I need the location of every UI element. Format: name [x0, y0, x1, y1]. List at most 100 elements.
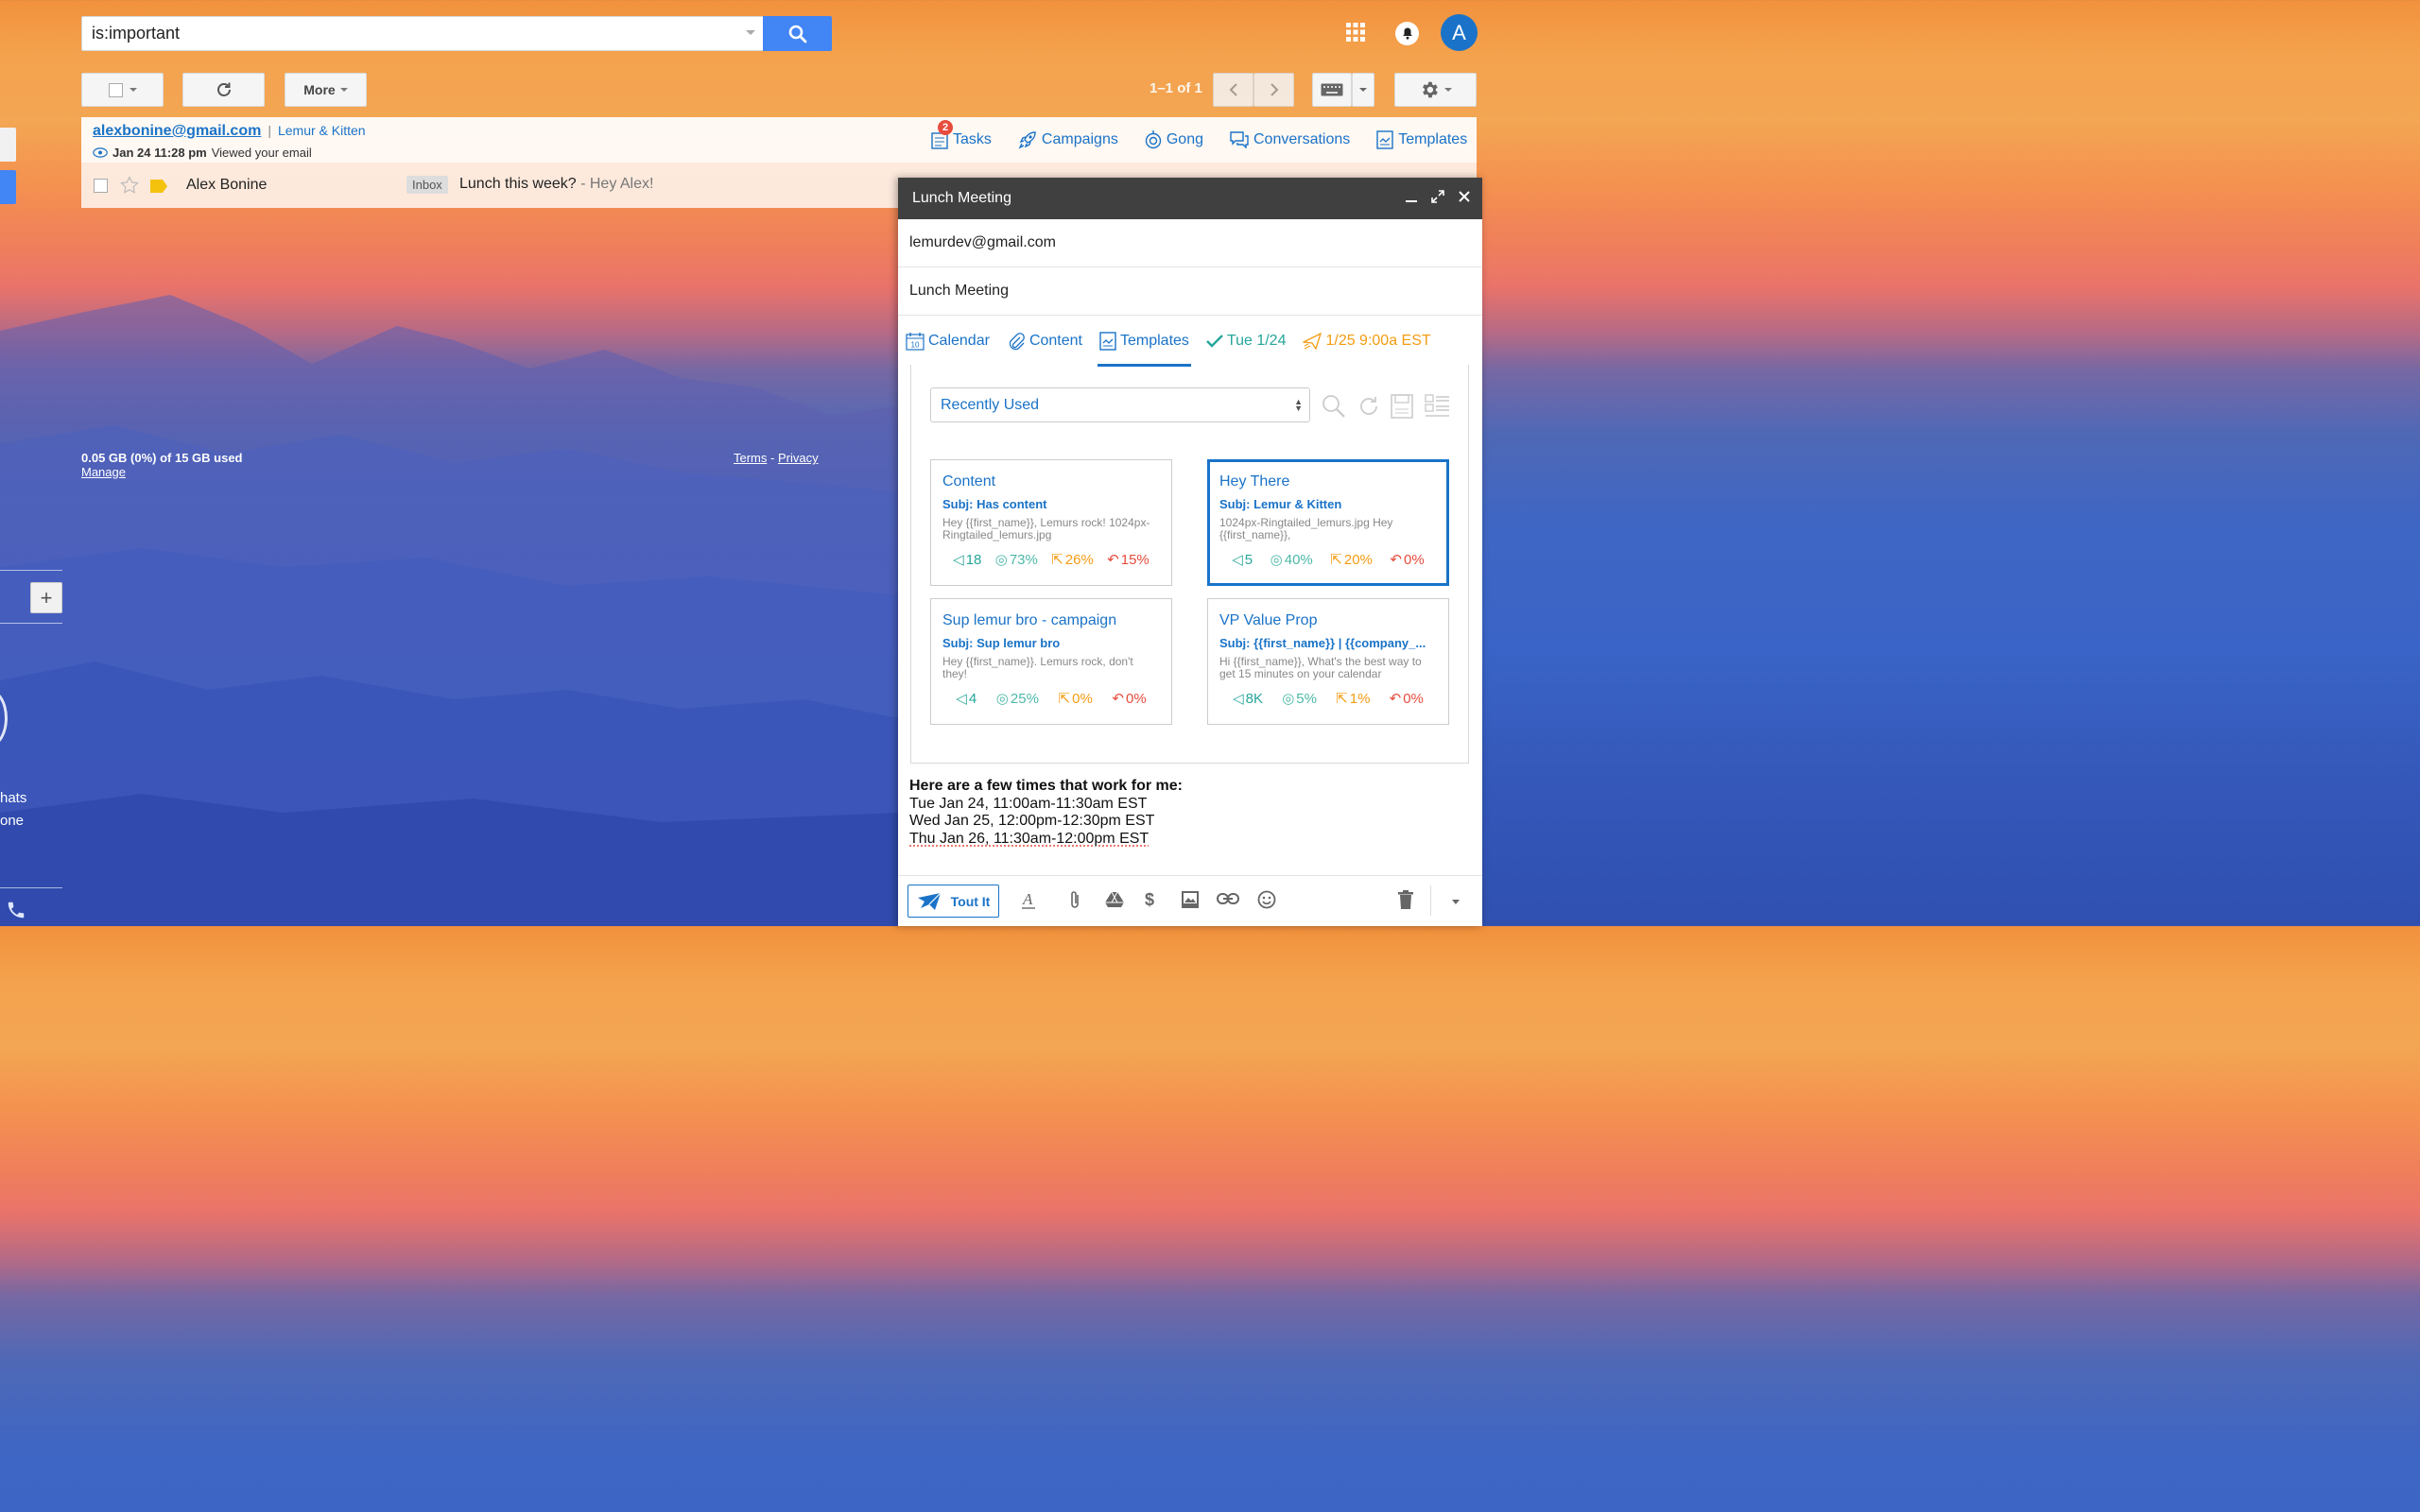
star-icon[interactable]: [120, 176, 139, 195]
conversations-icon: [1230, 131, 1249, 148]
email-subject-link[interactable]: Lemur & Kitten: [278, 123, 366, 138]
minimize-icon[interactable]: [1405, 190, 1418, 203]
refresh-button[interactable]: [182, 73, 265, 107]
inbox-label-badge[interactable]: Inbox: [406, 176, 448, 194]
reply-icon: ↶: [1107, 552, 1119, 568]
phone-icon[interactable]: [6, 900, 26, 925]
google-drive-icon[interactable]: [1105, 891, 1124, 908]
template-subject: Subj: Has content: [942, 497, 1047, 511]
compose-button-fragment[interactable]: [0, 128, 16, 162]
tab-templates[interactable]: Templates: [1097, 316, 1191, 367]
apps-grid-icon[interactable]: [1346, 23, 1365, 46]
templates-panel: Recently Used ▲ ▼ Content Subj: Has conte…: [910, 365, 1469, 764]
select-all-checkbox-menu[interactable]: [81, 73, 164, 107]
tab-schedule-date[interactable]: Tue 1/24: [1206, 316, 1286, 367]
click-stat: ⇱ 1%: [1336, 690, 1370, 708]
tout-logo-icon: [917, 892, 942, 910]
subject-field[interactable]: Lunch Meeting: [898, 267, 1482, 316]
template-stats: ◁ 8K ◎ 5% ⇱ 1% ↶ 0%: [1219, 690, 1437, 708]
tout-conversations-button[interactable]: Conversations: [1230, 131, 1350, 148]
templates-label: Templates: [1398, 131, 1468, 147]
importance-marker-icon[interactable]: [150, 180, 167, 193]
click-rate: 26%: [1064, 551, 1094, 568]
send-later-icon: [1303, 333, 1322, 350]
input-tools-menu[interactable]: [1352, 73, 1374, 107]
sent-icon: ◁: [1233, 691, 1244, 707]
search-input[interactable]: [82, 17, 735, 50]
compose-body[interactable]: Here are a few times that work for me: T…: [909, 778, 1183, 848]
tout-gong-button[interactable]: Gong: [1145, 130, 1203, 149]
template-filter-select[interactable]: Recently Used ▲ ▼: [930, 387, 1310, 422]
tab-calendar[interactable]: 10 Calendar: [906, 316, 990, 367]
reply-stat: ↶ 0%: [1389, 690, 1424, 708]
tout-tasks-button[interactable]: 2 Tasks: [931, 120, 992, 149]
search-button[interactable]: [763, 16, 832, 51]
sent-count: 4: [968, 690, 977, 707]
calendar-day-number: 10: [911, 341, 920, 350]
search-icon[interactable]: [1322, 394, 1346, 419]
open-rate: 73%: [1009, 551, 1038, 568]
notifications-bell-icon[interactable]: [1395, 22, 1419, 45]
tout-templates-button[interactable]: Templates: [1376, 130, 1467, 149]
inbox-nav-fragment[interactable]: [0, 170, 16, 204]
newer-button[interactable]: [1213, 73, 1253, 107]
tab-calendar-label: Calendar: [928, 333, 990, 349]
tout-it-button[interactable]: Tout It: [908, 885, 999, 918]
insert-photo-icon[interactable]: [1181, 890, 1200, 909]
account-avatar[interactable]: A: [1441, 14, 1478, 51]
tab-content[interactable]: Content: [1007, 316, 1082, 367]
emoji-icon[interactable]: [1257, 890, 1276, 909]
viewed-text: Viewed your email: [211, 146, 312, 160]
tout-campaigns-button[interactable]: Campaigns: [1018, 130, 1118, 149]
expand-icon[interactable]: [1431, 190, 1444, 203]
search-box[interactable]: [81, 16, 764, 51]
hangouts-avatar-fragment[interactable]: [0, 690, 8, 747]
footer-links: Terms - Privacy: [734, 451, 819, 465]
template-stats: ◁ 4 ◎ 25% ⇱ 0% ↶ 0%: [942, 690, 1160, 708]
separator: |: [268, 123, 271, 138]
sender-email-link[interactable]: alexbonine@gmail.com: [93, 123, 261, 140]
save-icon[interactable]: [1391, 394, 1413, 419]
tab-send-later[interactable]: 1/25 9:00a EST: [1303, 316, 1431, 367]
formatting-icon[interactable]: A: [1021, 889, 1036, 910]
terms-link[interactable]: Terms: [734, 451, 767, 465]
refresh-icon[interactable]: [1357, 395, 1380, 418]
to-field[interactable]: lemurdev@gmail.com: [898, 219, 1482, 267]
template-card[interactable]: Sup lemur bro - campaign Subj: Sup lemur…: [930, 598, 1172, 725]
reply-icon: ↶: [1390, 552, 1402, 568]
row-checkbox[interactable]: [94, 179, 108, 193]
settings-button[interactable]: [1394, 73, 1477, 107]
money-icon[interactable]: $: [1144, 889, 1157, 910]
add-chat-button[interactable]: +: [30, 582, 62, 613]
more-options-chevron-down-icon[interactable]: [1452, 900, 1460, 904]
template-card-selected[interactable]: Hey There Subj: Lemur & Kitten 1024px-Ri…: [1207, 459, 1449, 586]
click-stat: ⇱ 26%: [1051, 551, 1094, 569]
older-button[interactable]: [1253, 73, 1294, 107]
sent-stat: ◁ 18: [953, 551, 981, 569]
reply-icon: ↶: [1389, 691, 1402, 707]
list-view-icon[interactable]: [1425, 394, 1450, 419]
template-card[interactable]: VP Value Prop Subj: {{first_name}} | {{c…: [1207, 598, 1449, 725]
open-rate: 5%: [1296, 690, 1317, 707]
tasks-badge: 2: [938, 120, 953, 135]
template-subject: Subj: Lemur & Kitten: [1219, 497, 1342, 511]
template-title: VP Value Prop: [1219, 612, 1318, 628]
more-label: More: [303, 82, 336, 97]
subject-value: Lunch Meeting: [909, 283, 1009, 299]
input-tools-button[interactable]: [1312, 73, 1352, 107]
attach-icon[interactable]: [1068, 889, 1081, 910]
tracked-email-header: alexbonine@gmail.com | Lemur & Kitten Ja…: [81, 117, 912, 163]
checkbox[interactable]: [108, 82, 123, 97]
template-card[interactable]: Content Subj: Has content Hey {{first_na…: [930, 459, 1172, 586]
manage-storage-link[interactable]: Manage: [81, 465, 126, 479]
reply-rate: 0%: [1403, 690, 1424, 707]
trash-icon[interactable]: [1398, 890, 1413, 909]
privacy-link[interactable]: Privacy: [778, 451, 819, 465]
template-preview: Hey {{first_name}}. Lemurs rock, don't t…: [942, 656, 1133, 680]
close-icon[interactable]: [1458, 190, 1471, 203]
insert-link-icon[interactable]: [1217, 892, 1239, 905]
search-options-caret-icon[interactable]: [746, 30, 755, 35]
more-button[interactable]: More: [285, 73, 367, 107]
chevron-left-icon: [1229, 83, 1237, 96]
refresh-icon: [216, 82, 231, 96]
